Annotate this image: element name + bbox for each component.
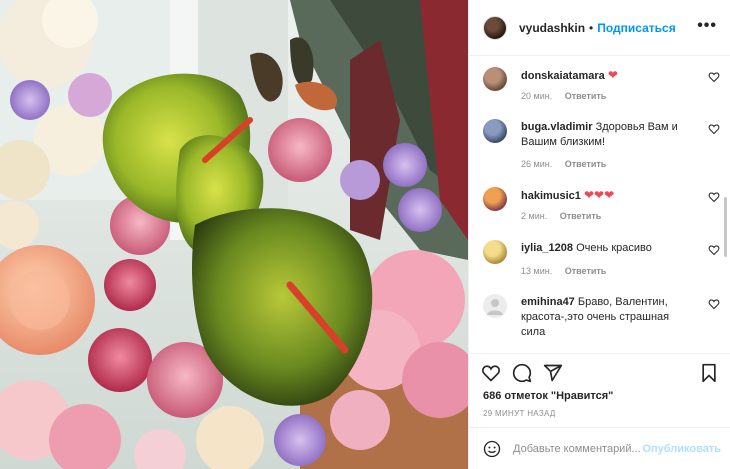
comment-meta: 2 мин. Ответить [521,211,601,221]
avatar[interactable] [483,119,507,143]
emoji-icon[interactable] [483,440,501,458]
like-comment-icon[interactable] [708,244,720,256]
likes-count[interactable]: 686 отметок "Нравится" [483,390,613,402]
comments-list[interactable]: donskaiatamara ❤ 20 мин. Ответить buga.v… [469,57,730,353]
post-comment-button[interactable]: Опубликовать [642,443,721,455]
comment-text: hakimusic1 ❤❤❤ [521,188,693,204]
comment-time: 2 мин. [521,211,548,221]
comment-text: iylia_1208 Очень красиво [521,241,693,256]
comment-icon[interactable] [512,363,532,383]
avatar[interactable] [483,187,507,211]
comment-text: donskaiatamara ❤ [521,68,693,84]
comment-input[interactable] [513,442,663,455]
author-username[interactable]: vyudashkin [519,21,585,35]
comments-scrollbar[interactable] [724,197,727,257]
avatar[interactable] [483,240,507,264]
like-comment-icon[interactable] [708,123,720,135]
heart-emoji: ❤ [607,68,618,82]
separator-dot: • [589,20,594,35]
post-header: vyudashkin • Подписаться ••• [469,0,730,56]
comment-meta: 13 мин. Ответить [521,266,606,276]
comment-username[interactable]: iylia_1208 [521,242,573,254]
comment-time: 20 мин. [521,91,553,101]
comment-meta: 26 мин. Ответить [521,159,606,169]
comment-time: 26 мин. [521,159,553,169]
share-icon[interactable] [543,363,563,383]
add-comment-bar: Опубликовать [469,427,730,469]
comment-username[interactable]: donskaiatamara [521,70,605,82]
comment-username[interactable]: emihina47 [521,296,575,308]
reply-button[interactable]: Ответить [560,211,602,221]
heart-emoji: ❤❤❤ [583,188,615,202]
avatar[interactable] [483,67,507,91]
post-timestamp[interactable]: 29 МИНУТ НАЗАД [483,409,556,418]
bookmark-icon[interactable] [699,363,719,383]
reply-button[interactable]: Ответить [565,91,607,101]
comment-text: buga.vladimir Здоровья Вам и Вашим близк… [521,120,693,150]
follow-button[interactable]: Подписаться [597,21,675,35]
comment-text: emihina47 Браво, Валентин, красота-,это … [521,295,693,340]
reply-button[interactable]: Ответить [565,266,607,276]
default-avatar-icon [487,299,503,315]
like-icon[interactable] [481,363,501,383]
comment-body: Очень красиво [576,242,652,254]
flower-bouquet-photo [0,0,468,469]
avatar[interactable] [483,294,507,318]
avatar[interactable] [483,15,507,40]
like-comment-icon[interactable] [708,71,720,83]
reply-button[interactable]: Ответить [565,159,607,169]
comment-time: 13 мин. [521,266,553,276]
post-photo[interactable] [0,0,468,469]
comment-meta: 20 мин. Ответить [521,91,606,101]
comment-username[interactable]: buga.vladimir [521,121,593,133]
like-comment-icon[interactable] [708,298,720,310]
post-side-panel: vyudashkin • Подписаться ••• donskaiatam… [468,0,730,469]
like-comment-icon[interactable] [708,191,720,203]
more-options-icon[interactable]: ••• [697,18,717,34]
comment-username[interactable]: hakimusic1 [521,190,581,202]
